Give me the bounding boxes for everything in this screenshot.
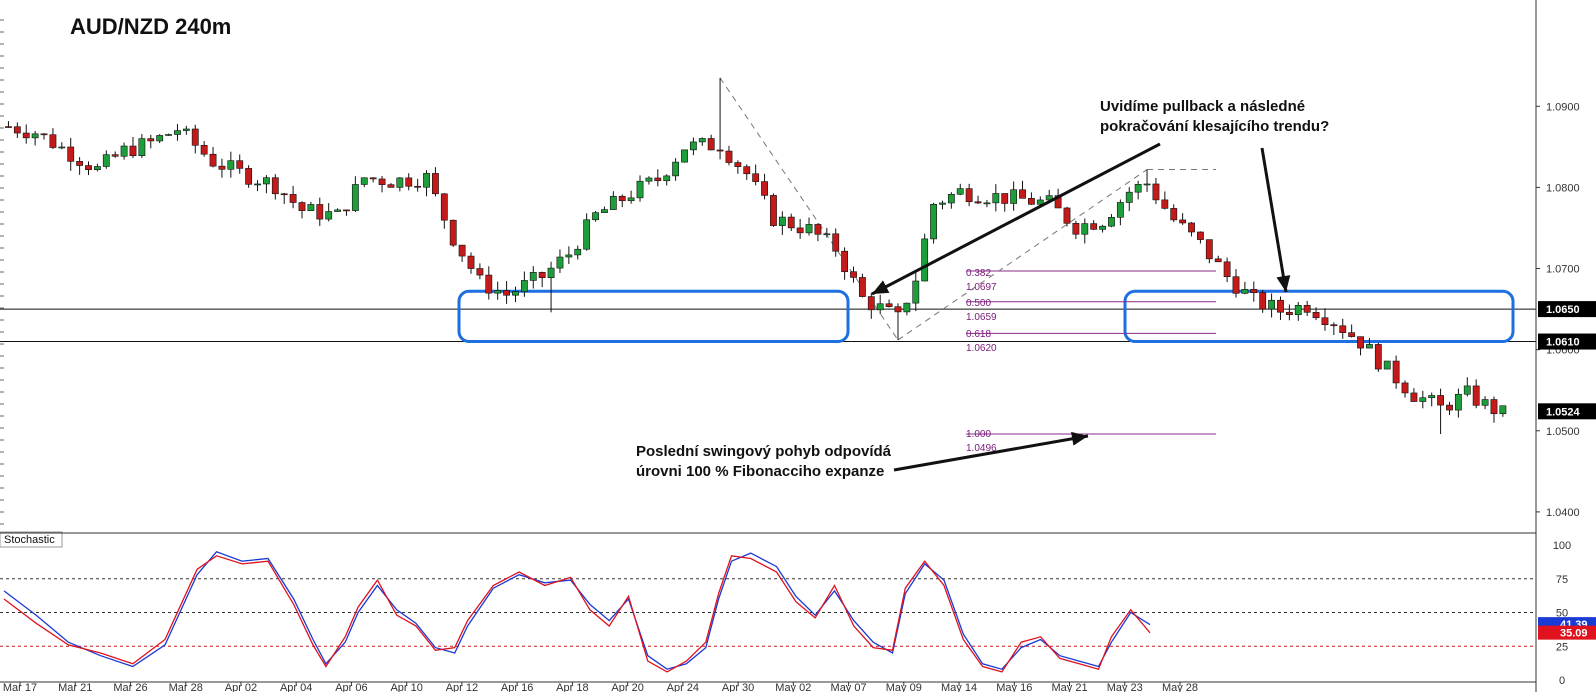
annotation-lower-line2: úrovni 100 % Fibonacciho expanze (636, 463, 884, 480)
fib-price-0500: 1.0659 (966, 312, 997, 323)
chart-title: AUD/NZD 240m (70, 14, 231, 39)
fib-ratio-0382: 0.382 (966, 268, 991, 279)
chart-stage: 100 75 50 25 0 41.39 35.09 1.0900 1.0800 1.0700 1… (0, 0, 1596, 694)
annotation-upper-line1: Uvidíme pullback a následné (1100, 98, 1305, 115)
annotation-lower-line1: Poslední swingový pohyb odpovídá (636, 443, 892, 460)
text-overlay: AUD/NZD 240m Uvidíme pullback a následné… (4, 14, 1329, 546)
stochastic-title: Stochastic (4, 534, 55, 546)
fib-ratio-0500: 0.500 (966, 298, 991, 309)
fib-ratio-1000: 1.000 (966, 429, 991, 440)
fib-price-0382: 1.0697 (966, 282, 997, 293)
fib-price-1000: 1.0496 (966, 443, 997, 454)
annotation-upper-line2: pokračování klesajícího trendu? (1100, 118, 1329, 135)
fib-ratio-0618: 0.618 (966, 329, 991, 340)
fib-price-0618: 1.0620 (966, 343, 997, 354)
